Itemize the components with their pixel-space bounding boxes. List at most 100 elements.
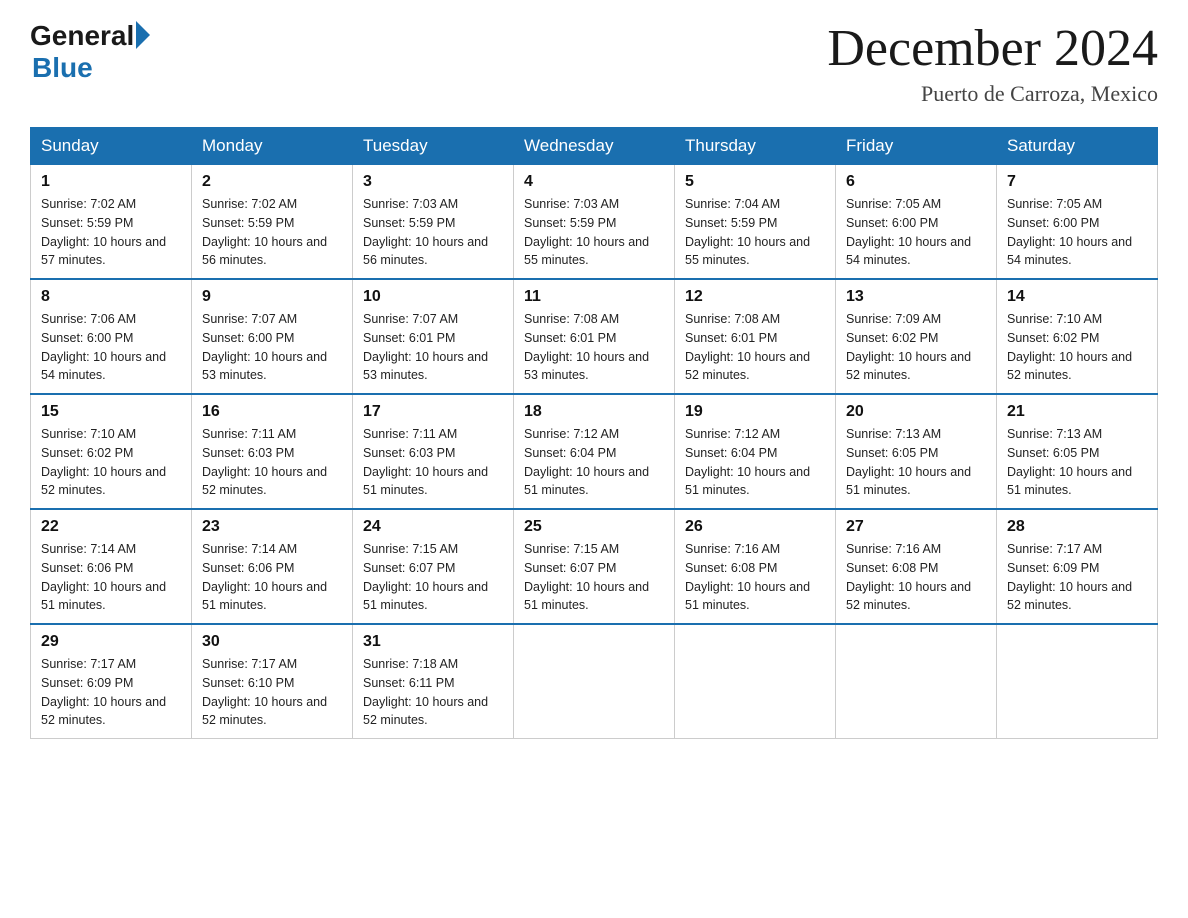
day-number: 21 <box>1007 403 1147 421</box>
day-info: Sunrise: 7:02 AMSunset: 5:59 PMDaylight:… <box>41 195 181 270</box>
table-row: 4 Sunrise: 7:03 AMSunset: 5:59 PMDayligh… <box>514 165 675 280</box>
day-number: 7 <box>1007 173 1147 191</box>
table-row: 1 Sunrise: 7:02 AMSunset: 5:59 PMDayligh… <box>31 165 192 280</box>
day-info: Sunrise: 7:17 AMSunset: 6:09 PMDaylight:… <box>41 655 181 730</box>
header-friday: Friday <box>836 128 997 165</box>
day-number: 24 <box>363 518 503 536</box>
calendar-week-row: 1 Sunrise: 7:02 AMSunset: 5:59 PMDayligh… <box>31 165 1158 280</box>
table-row: 25 Sunrise: 7:15 AMSunset: 6:07 PMDaylig… <box>514 509 675 624</box>
table-row: 20 Sunrise: 7:13 AMSunset: 6:05 PMDaylig… <box>836 394 997 509</box>
day-info: Sunrise: 7:02 AMSunset: 5:59 PMDaylight:… <box>202 195 342 270</box>
day-number: 30 <box>202 633 342 651</box>
header-saturday: Saturday <box>997 128 1158 165</box>
calendar-week-row: 8 Sunrise: 7:06 AMSunset: 6:00 PMDayligh… <box>31 279 1158 394</box>
day-number: 8 <box>41 288 181 306</box>
table-row: 24 Sunrise: 7:15 AMSunset: 6:07 PMDaylig… <box>353 509 514 624</box>
table-row: 12 Sunrise: 7:08 AMSunset: 6:01 PMDaylig… <box>675 279 836 394</box>
header-thursday: Thursday <box>675 128 836 165</box>
table-row: 3 Sunrise: 7:03 AMSunset: 5:59 PMDayligh… <box>353 165 514 280</box>
day-info: Sunrise: 7:03 AMSunset: 5:59 PMDaylight:… <box>524 195 664 270</box>
day-info: Sunrise: 7:16 AMSunset: 6:08 PMDaylight:… <box>846 540 986 615</box>
table-row: 15 Sunrise: 7:10 AMSunset: 6:02 PMDaylig… <box>31 394 192 509</box>
day-info: Sunrise: 7:18 AMSunset: 6:11 PMDaylight:… <box>363 655 503 730</box>
day-info: Sunrise: 7:10 AMSunset: 6:02 PMDaylight:… <box>41 425 181 500</box>
day-info: Sunrise: 7:11 AMSunset: 6:03 PMDaylight:… <box>363 425 503 500</box>
day-number: 20 <box>846 403 986 421</box>
calendar-week-row: 22 Sunrise: 7:14 AMSunset: 6:06 PMDaylig… <box>31 509 1158 624</box>
header-wednesday: Wednesday <box>514 128 675 165</box>
table-row <box>675 624 836 739</box>
table-row: 18 Sunrise: 7:12 AMSunset: 6:04 PMDaylig… <box>514 394 675 509</box>
day-info: Sunrise: 7:03 AMSunset: 5:59 PMDaylight:… <box>363 195 503 270</box>
table-row <box>836 624 997 739</box>
day-info: Sunrise: 7:13 AMSunset: 6:05 PMDaylight:… <box>1007 425 1147 500</box>
day-number: 3 <box>363 173 503 191</box>
table-row: 22 Sunrise: 7:14 AMSunset: 6:06 PMDaylig… <box>31 509 192 624</box>
day-number: 22 <box>41 518 181 536</box>
day-number: 23 <box>202 518 342 536</box>
table-row: 6 Sunrise: 7:05 AMSunset: 6:00 PMDayligh… <box>836 165 997 280</box>
day-info: Sunrise: 7:09 AMSunset: 6:02 PMDaylight:… <box>846 310 986 385</box>
day-number: 1 <box>41 173 181 191</box>
table-row: 27 Sunrise: 7:16 AMSunset: 6:08 PMDaylig… <box>836 509 997 624</box>
logo-blue-text: Blue <box>32 52 150 84</box>
day-info: Sunrise: 7:04 AMSunset: 5:59 PMDaylight:… <box>685 195 825 270</box>
table-row: 23 Sunrise: 7:14 AMSunset: 6:06 PMDaylig… <box>192 509 353 624</box>
table-row: 17 Sunrise: 7:11 AMSunset: 6:03 PMDaylig… <box>353 394 514 509</box>
day-info: Sunrise: 7:16 AMSunset: 6:08 PMDaylight:… <box>685 540 825 615</box>
day-number: 25 <box>524 518 664 536</box>
day-number: 12 <box>685 288 825 306</box>
table-row: 5 Sunrise: 7:04 AMSunset: 5:59 PMDayligh… <box>675 165 836 280</box>
day-info: Sunrise: 7:13 AMSunset: 6:05 PMDaylight:… <box>846 425 986 500</box>
table-row: 30 Sunrise: 7:17 AMSunset: 6:10 PMDaylig… <box>192 624 353 739</box>
calendar-week-row: 15 Sunrise: 7:10 AMSunset: 6:02 PMDaylig… <box>31 394 1158 509</box>
title-block: December 2024 Puerto de Carroza, Mexico <box>827 20 1158 107</box>
day-info: Sunrise: 7:15 AMSunset: 6:07 PMDaylight:… <box>363 540 503 615</box>
table-row: 14 Sunrise: 7:10 AMSunset: 6:02 PMDaylig… <box>997 279 1158 394</box>
day-info: Sunrise: 7:07 AMSunset: 6:01 PMDaylight:… <box>363 310 503 385</box>
page-header: General Blue December 2024 Puerto de Car… <box>30 20 1158 107</box>
day-number: 13 <box>846 288 986 306</box>
day-number: 27 <box>846 518 986 536</box>
table-row: 16 Sunrise: 7:11 AMSunset: 6:03 PMDaylig… <box>192 394 353 509</box>
table-row: 2 Sunrise: 7:02 AMSunset: 5:59 PMDayligh… <box>192 165 353 280</box>
table-row: 29 Sunrise: 7:17 AMSunset: 6:09 PMDaylig… <box>31 624 192 739</box>
day-info: Sunrise: 7:11 AMSunset: 6:03 PMDaylight:… <box>202 425 342 500</box>
day-number: 18 <box>524 403 664 421</box>
table-row: 9 Sunrise: 7:07 AMSunset: 6:00 PMDayligh… <box>192 279 353 394</box>
day-number: 31 <box>363 633 503 651</box>
table-row: 28 Sunrise: 7:17 AMSunset: 6:09 PMDaylig… <box>997 509 1158 624</box>
day-info: Sunrise: 7:07 AMSunset: 6:00 PMDaylight:… <box>202 310 342 385</box>
day-info: Sunrise: 7:12 AMSunset: 6:04 PMDaylight:… <box>685 425 825 500</box>
day-info: Sunrise: 7:17 AMSunset: 6:09 PMDaylight:… <box>1007 540 1147 615</box>
day-info: Sunrise: 7:05 AMSunset: 6:00 PMDaylight:… <box>846 195 986 270</box>
table-row: 7 Sunrise: 7:05 AMSunset: 6:00 PMDayligh… <box>997 165 1158 280</box>
month-title: December 2024 <box>827 20 1158 77</box>
day-info: Sunrise: 7:08 AMSunset: 6:01 PMDaylight:… <box>524 310 664 385</box>
day-number: 26 <box>685 518 825 536</box>
table-row: 21 Sunrise: 7:13 AMSunset: 6:05 PMDaylig… <box>997 394 1158 509</box>
day-number: 10 <box>363 288 503 306</box>
day-info: Sunrise: 7:14 AMSunset: 6:06 PMDaylight:… <box>202 540 342 615</box>
header-tuesday: Tuesday <box>353 128 514 165</box>
table-row: 19 Sunrise: 7:12 AMSunset: 6:04 PMDaylig… <box>675 394 836 509</box>
day-number: 11 <box>524 288 664 306</box>
logo-general-text: General <box>30 20 134 52</box>
location-subtitle: Puerto de Carroza, Mexico <box>827 81 1158 107</box>
day-number: 29 <box>41 633 181 651</box>
day-info: Sunrise: 7:17 AMSunset: 6:10 PMDaylight:… <box>202 655 342 730</box>
calendar-table: Sunday Monday Tuesday Wednesday Thursday… <box>30 127 1158 739</box>
day-info: Sunrise: 7:05 AMSunset: 6:00 PMDaylight:… <box>1007 195 1147 270</box>
day-number: 2 <box>202 173 342 191</box>
logo: General Blue <box>30 20 150 84</box>
table-row: 8 Sunrise: 7:06 AMSunset: 6:00 PMDayligh… <box>31 279 192 394</box>
day-number: 5 <box>685 173 825 191</box>
table-row: 10 Sunrise: 7:07 AMSunset: 6:01 PMDaylig… <box>353 279 514 394</box>
day-info: Sunrise: 7:10 AMSunset: 6:02 PMDaylight:… <box>1007 310 1147 385</box>
day-info: Sunrise: 7:12 AMSunset: 6:04 PMDaylight:… <box>524 425 664 500</box>
day-number: 17 <box>363 403 503 421</box>
logo-arrow-icon <box>136 21 150 49</box>
header-monday: Monday <box>192 128 353 165</box>
day-number: 19 <box>685 403 825 421</box>
day-number: 6 <box>846 173 986 191</box>
